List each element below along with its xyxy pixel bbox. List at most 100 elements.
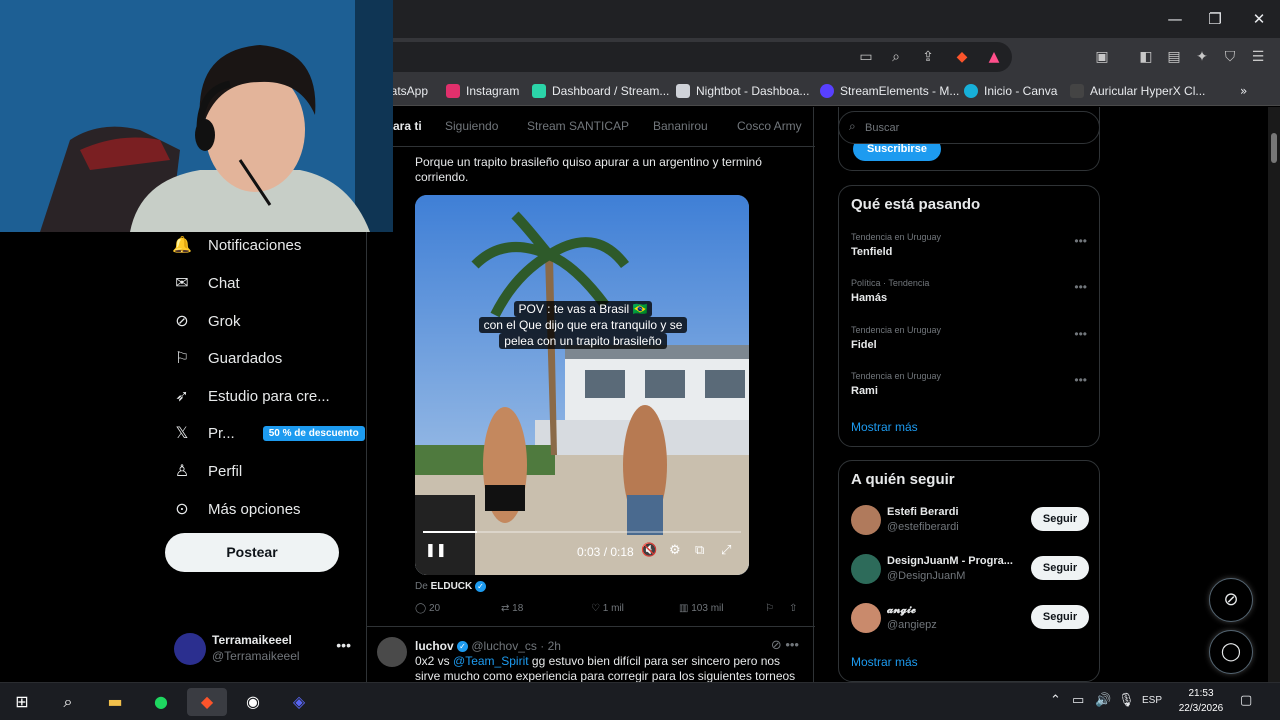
bookmark-streamelements[interactable]: StreamElements - M... <box>820 82 959 100</box>
video-progress-bar[interactable] <box>423 531 741 533</box>
zoom-icon[interactable]: ⌕ <box>886 47 906 67</box>
obs-icon[interactable]: ◉ <box>233 688 273 716</box>
tab-for-you[interactable]: ara ti <box>393 119 422 133</box>
follow-button[interactable]: Seguir <box>1031 507 1089 531</box>
show-more-link[interactable]: Mostrar más <box>851 655 918 669</box>
cast-icon[interactable]: ▭ <box>856 47 876 67</box>
trend-item[interactable]: Tendencia en Uruguay Tenfield ••• <box>851 232 1087 268</box>
bookmark-label: Inicio - Canva <box>984 84 1058 98</box>
volume-icon[interactable]: 🔇 <box>641 543 657 558</box>
tab-cosco-army[interactable]: Cosco Army <box>737 119 802 133</box>
tab-following[interactable]: Siguiendo <box>445 119 498 133</box>
trend-name: Fidel <box>851 339 877 351</box>
grok-fab[interactable]: ⊘ <box>1209 578 1253 622</box>
like-button[interactable]: ♡ 1 mil <box>591 603 624 614</box>
bookmark-hyperx[interactable]: Auricular HyperX Cl... <box>1070 82 1205 100</box>
reply-button[interactable]: ◯ 20 <box>415 603 440 614</box>
views-button[interactable]: ▥ 103 mil <box>679 603 723 614</box>
more-icon[interactable]: ••• <box>1074 327 1087 341</box>
nav-premium[interactable]: 𝕏 Pr... 50 % de descuento <box>172 419 365 447</box>
trend-name: Rami <box>851 385 878 397</box>
reader-mode-icon[interactable]: ▣ <box>1092 47 1112 67</box>
trend-item[interactable]: Política · Tendencia Hamás ••• <box>851 278 1087 314</box>
vpn-icon[interactable]: ⛉ <box>1220 47 1240 67</box>
language-indicator[interactable]: ESP <box>1142 695 1162 706</box>
trend-item[interactable]: Tendencia en Uruguay Rami ••• <box>851 371 1087 407</box>
wallet-icon[interactable]: ▤ <box>1164 47 1184 67</box>
reply-author[interactable]: luchov <box>415 639 454 653</box>
messages-fab[interactable]: ◯ <box>1209 630 1253 674</box>
avatar <box>851 554 881 584</box>
x-logo-icon: 𝕏 <box>175 423 189 442</box>
from-name: ELDUCK <box>430 581 473 593</box>
bookmark-canva[interactable]: Inicio - Canva <box>964 82 1057 100</box>
search-icon[interactable]: ⌕ <box>48 688 88 716</box>
pip-icon[interactable]: ⧉ <box>695 543 704 558</box>
more-icon[interactable]: ••• <box>1074 280 1087 294</box>
windows-start-icon[interactable]: ⊞ <box>2 688 42 716</box>
notifications-icon[interactable]: ▢ <box>1240 693 1252 708</box>
bookmark-post-icon[interactable]: ⚐ <box>765 603 774 614</box>
follow-suggestion[interactable]: Estefi Berardi @estefiberardi Seguir <box>851 503 1089 539</box>
nav-more-options[interactable]: ⊙ Más opciones <box>172 495 300 523</box>
nav-chat[interactable]: ✉ Chat <box>172 269 239 297</box>
close-window-button[interactable]: ✕ <box>1248 8 1270 30</box>
trend-item[interactable]: Tendencia en Uruguay Fidel ••• <box>851 325 1087 361</box>
minimize-button[interactable]: — <box>1164 8 1186 30</box>
chevron-up-icon[interactable]: ⌃ <box>1050 693 1061 708</box>
timeline: ara ti Siguiendo Stream SANTICAP Bananir… <box>366 107 815 682</box>
nav-creator-studio[interactable]: ➶ Estudio para cre... <box>172 382 329 410</box>
search-input[interactable]: ⌕ Buscar <box>838 111 1100 144</box>
fullscreen-icon[interactable]: ⤢ <box>721 543 731 558</box>
nav-grok[interactable]: ⊘ Grok <box>172 307 240 335</box>
follow-suggestion[interactable]: 𝓪𝓷𝓰𝓲𝓮 @angiepz Seguir <box>851 601 1089 637</box>
bookmark-instagram[interactable]: Instagram <box>446 82 519 100</box>
leo-ai-icon[interactable]: ✦ <box>1192 47 1212 67</box>
scrollbar-thumb[interactable] <box>1271 133 1277 163</box>
brave-rewards-icon[interactable]: ▲ <box>984 47 1004 67</box>
file-explorer-icon[interactable]: ▬ <box>95 688 135 716</box>
clock[interactable]: 21:53 22/3/2026 <box>1172 686 1230 716</box>
volume-icon[interactable]: 🔊 <box>1095 693 1111 708</box>
nav-profile[interactable]: ♙ Perfil <box>172 457 242 485</box>
follow-suggestion[interactable]: DesignJuanM - Progra... @DesignJuanM Segui… <box>851 552 1089 588</box>
more-bookmarks-icon[interactable]: » <box>1240 82 1247 100</box>
account-switcher[interactable]: Terramaikeeel @Terramaikeeel ••• <box>172 627 357 671</box>
brave-shields-icon[interactable]: ◆ <box>952 47 972 67</box>
more-icon[interactable]: ••• <box>1074 234 1087 248</box>
nav-notifications[interactable]: 🔔 Notificaciones <box>172 231 301 259</box>
network-icon[interactable]: ▭ <box>1072 693 1084 708</box>
avatar[interactable] <box>377 637 407 667</box>
restore-button[interactable]: ❐ <box>1204 8 1226 30</box>
more-circle-icon: ⊙ <box>175 499 189 518</box>
settings-icon[interactable]: ⚙ <box>669 543 681 558</box>
show-more-link[interactable]: Mostrar más <box>851 420 918 434</box>
tab-bananirou[interactable]: Bananirou <box>653 119 708 133</box>
bookmark-dashboard[interactable]: Dashboard / Stream... <box>532 82 669 100</box>
search-placeholder: Buscar <box>865 122 900 134</box>
pause-icon[interactable]: ❚❚ <box>425 543 447 558</box>
microphone-icon[interactable]: 🎙 <box>1118 693 1135 708</box>
nav-bookmarks[interactable]: ⚐ Guardados <box>172 344 282 372</box>
post-button[interactable]: Postear <box>165 533 339 572</box>
brave-browser-icon[interactable]: ◆ <box>187 688 227 716</box>
share-icon[interactable]: ⇪ <box>918 47 938 67</box>
mention-link[interactable]: @Team_Spirit <box>453 654 529 668</box>
spotify-icon[interactable]: ● <box>141 688 181 716</box>
tab-stream-santicap[interactable]: Stream SANTICAP <box>527 119 629 133</box>
share-post-icon[interactable]: ⇧ <box>789 603 797 614</box>
sidebar-icon[interactable]: ◧ <box>1136 47 1156 67</box>
menu-icon[interactable]: ☰ <box>1248 47 1268 67</box>
grok-more-icon[interactable]: ⊘ ••• <box>771 637 799 653</box>
discord-icon[interactable]: ◈ <box>279 688 319 716</box>
video-attribution[interactable]: De ELDUCK ✓ <box>415 581 487 593</box>
page-scrollbar[interactable] <box>1268 107 1280 682</box>
follow-button[interactable]: Seguir <box>1031 605 1089 629</box>
bookmark-icon: ⚐ <box>174 348 190 367</box>
rocket-icon: ➶ <box>175 386 189 405</box>
video-player[interactable]: POV : te vas a Brasil 🇧🇷 con el Que dijo… <box>415 195 749 575</box>
more-icon[interactable]: ••• <box>1074 373 1087 387</box>
follow-button[interactable]: Seguir <box>1031 556 1089 580</box>
bookmark-nightbot[interactable]: Nightbot - Dashboa... <box>676 82 809 100</box>
repost-button[interactable]: ⇄ 18 <box>501 603 523 614</box>
